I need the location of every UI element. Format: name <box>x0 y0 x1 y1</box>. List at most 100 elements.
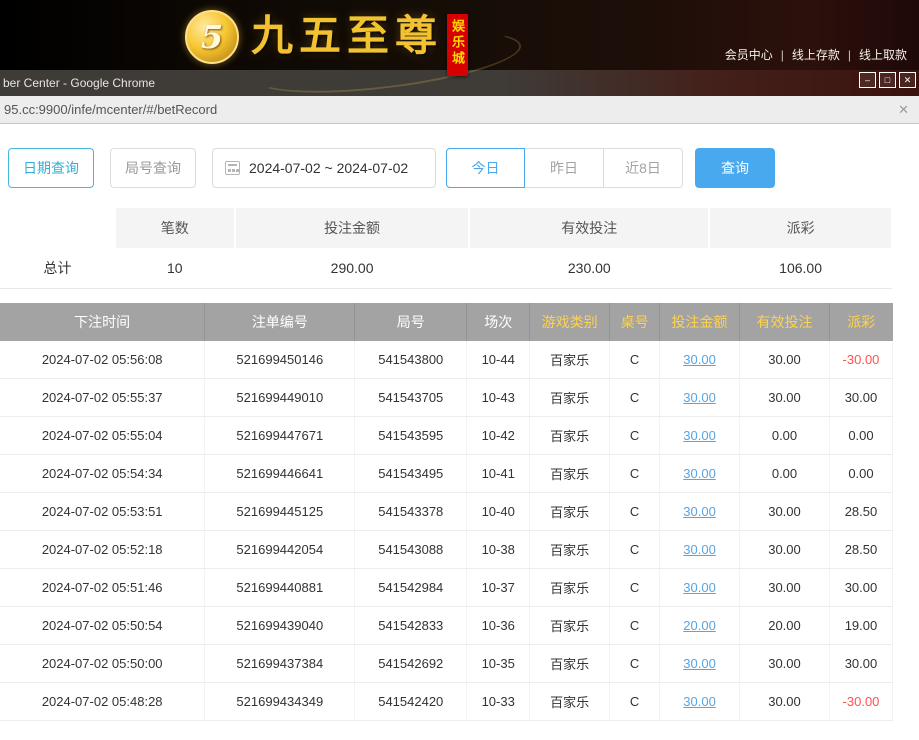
nav-online-deposit[interactable]: 线上存款 <box>792 48 840 62</box>
quick-yesterday-button[interactable]: 昨日 <box>525 148 604 188</box>
bet-amount-link[interactable]: 30.00 <box>683 390 716 405</box>
payout: -30.00 <box>829 341 892 379</box>
bet-table: 下注时间注单编号局号场次游戏类别桌号投注金额有效投注派彩 2024-07-02 … <box>0 303 893 722</box>
calendar-icon <box>225 161 240 175</box>
table-no: C <box>610 683 660 721</box>
summary-bet-amount-value: 290.00 <box>235 248 470 288</box>
bet-row: 2024-07-02 05:50:54521699439040541542833… <box>0 607 893 645</box>
quick-range-group: 今日 昨日 近8日 <box>446 148 683 188</box>
game-type: 百家乐 <box>530 417 610 455</box>
column-header: 游戏类别 <box>530 303 610 341</box>
table-no: C <box>610 607 660 645</box>
bet-row: 2024-07-02 05:50:00521699437384541542692… <box>0 645 893 683</box>
bet-table-body: 2024-07-02 05:56:08521699450146541543800… <box>0 341 893 721</box>
game-type: 百家乐 <box>530 379 610 417</box>
bet-amount-cell: 30.00 <box>660 455 740 493</box>
bet-row: 2024-07-02 05:48:28521699434349541542420… <box>0 683 893 721</box>
valid-bet: 30.00 <box>740 645 830 683</box>
bet-amount-link[interactable]: 30.00 <box>683 352 716 367</box>
logo-badge: 娱乐城 <box>447 14 468 76</box>
table-no: C <box>610 417 660 455</box>
close-button[interactable]: ✕ <box>899 72 916 88</box>
valid-bet: 30.00 <box>740 569 830 607</box>
bet-time: 2024-07-02 05:54:34 <box>0 455 205 493</box>
bet-id: 521699450146 <box>205 341 355 379</box>
search-button[interactable]: 查询 <box>695 148 775 188</box>
table-no: C <box>610 493 660 531</box>
session-no: 10-41 <box>467 455 530 493</box>
coin-glyph: 5 <box>201 18 223 56</box>
quick-today-button[interactable]: 今日 <box>446 148 525 188</box>
bet-time: 2024-07-02 05:51:46 <box>0 569 205 607</box>
session-no: 10-37 <box>467 569 530 607</box>
bet-amount-cell: 20.00 <box>660 607 740 645</box>
bet-id: 521699439040 <box>205 607 355 645</box>
table-no: C <box>610 645 660 683</box>
date-range-picker[interactable]: 2024-07-02 ~ 2024-07-02 <box>212 148 436 188</box>
bet-row: 2024-07-02 05:53:51521699445125541543378… <box>0 493 893 531</box>
payout: 30.00 <box>829 645 892 683</box>
bet-id: 521699447671 <box>205 417 355 455</box>
bet-amount-cell: 30.00 <box>660 341 740 379</box>
nav-member-center[interactable]: 会员中心 <box>725 48 773 62</box>
bet-time: 2024-07-02 05:55:37 <box>0 379 205 417</box>
valid-bet: 20.00 <box>740 607 830 645</box>
bet-time: 2024-07-02 05:56:08 <box>0 341 205 379</box>
summary-header-payout: 派彩 <box>709 208 892 248</box>
nav-online-withdraw[interactable]: 线上取款 <box>859 48 907 62</box>
bet-row: 2024-07-02 05:55:37521699449010541543705… <box>0 379 893 417</box>
bet-amount-link[interactable]: 30.00 <box>683 656 716 671</box>
summary-table: 笔数 投注金额 有效投注 派彩 总计 10 290.00 230.00 106.… <box>0 208 893 289</box>
round-no: 541542984 <box>355 569 467 607</box>
bet-time: 2024-07-02 05:50:00 <box>0 645 205 683</box>
date-query-button[interactable]: 日期查询 <box>8 148 94 188</box>
summary-header-row: 笔数 投注金额 有效投注 派彩 <box>0 208 892 248</box>
summary-valid-bet-value: 230.00 <box>469 248 709 288</box>
bet-amount-link[interactable]: 20.00 <box>683 618 716 633</box>
bet-amount-link[interactable]: 30.00 <box>683 504 716 519</box>
round-no: 541542692 <box>355 645 467 683</box>
bet-id: 521699440881 <box>205 569 355 607</box>
site-logo: 5 九五至尊 娱乐城 <box>185 6 468 76</box>
column-header: 有效投注 <box>740 303 830 341</box>
game-type: 百家乐 <box>530 455 610 493</box>
close-icon[interactable]: ✕ <box>898 102 909 118</box>
column-header: 投注金额 <box>660 303 740 341</box>
bet-amount-cell: 30.00 <box>660 569 740 607</box>
game-type: 百家乐 <box>530 569 610 607</box>
column-header: 桌号 <box>610 303 660 341</box>
round-no: 541543800 <box>355 341 467 379</box>
round-query-button[interactable]: 局号查询 <box>110 148 196 188</box>
column-header: 下注时间 <box>0 303 205 341</box>
session-no: 10-42 <box>467 417 530 455</box>
bet-amount-cell: 30.00 <box>660 683 740 721</box>
bet-time: 2024-07-02 05:55:04 <box>0 417 205 455</box>
round-no: 541542833 <box>355 607 467 645</box>
bet-time: 2024-07-02 05:52:18 <box>0 531 205 569</box>
column-header: 注单编号 <box>205 303 355 341</box>
minimize-button[interactable]: – <box>859 72 876 88</box>
bet-id: 521699442054 <box>205 531 355 569</box>
window-controls: – □ ✕ <box>856 72 916 88</box>
bet-amount-link[interactable]: 30.00 <box>683 694 716 709</box>
valid-bet: 30.00 <box>740 683 830 721</box>
maximize-button[interactable]: □ <box>879 72 896 88</box>
round-no: 541543595 <box>355 417 467 455</box>
payout: 30.00 <box>829 379 892 417</box>
summary-header-bet-amount: 投注金额 <box>235 208 470 248</box>
bet-amount-link[interactable]: 30.00 <box>683 428 716 443</box>
round-no: 541542420 <box>355 683 467 721</box>
quick-last8days-button[interactable]: 近8日 <box>604 148 683 188</box>
bet-amount-cell: 30.00 <box>660 379 740 417</box>
bet-amount-link[interactable]: 30.00 <box>683 466 716 481</box>
valid-bet: 30.00 <box>740 493 830 531</box>
payout: 0.00 <box>829 455 892 493</box>
payout: 28.50 <box>829 531 892 569</box>
bet-amount-link[interactable]: 30.00 <box>683 542 716 557</box>
payout: 0.00 <box>829 417 892 455</box>
bet-time: 2024-07-02 05:50:54 <box>0 607 205 645</box>
bet-amount-link[interactable]: 30.00 <box>683 580 716 595</box>
url-input[interactable]: 95.cc:9900/infe/mcenter/#/betRecord <box>0 102 217 117</box>
game-type: 百家乐 <box>530 607 610 645</box>
bet-row: 2024-07-02 05:54:34521699446641541543495… <box>0 455 893 493</box>
